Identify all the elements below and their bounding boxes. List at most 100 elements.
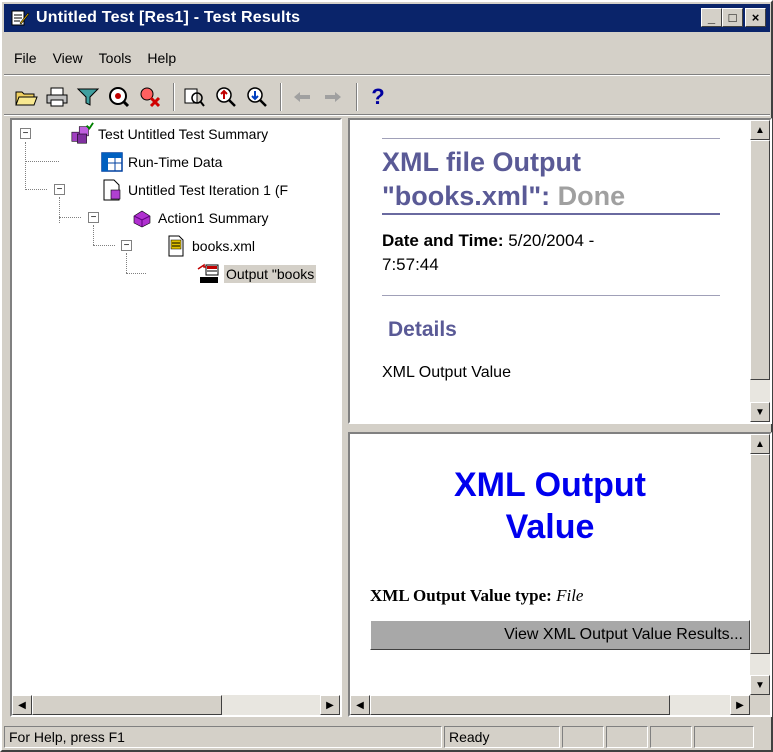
toolbar-separator — [280, 83, 282, 111]
scroll-thumb[interactable] — [750, 140, 770, 380]
tree-expander[interactable]: − — [54, 184, 65, 195]
maximize-button[interactable]: □ — [722, 8, 743, 27]
close-button[interactable]: × — [745, 8, 766, 27]
tree-node-iteration[interactable]: Untitled Test Iteration 1 (F — [100, 176, 288, 204]
xml-output-icon — [196, 262, 220, 286]
divider-line — [382, 295, 720, 296]
status-panel — [650, 726, 692, 748]
scroll-thumb[interactable] — [32, 695, 222, 715]
view-xml-results-button[interactable]: View XML Output Value Results... — [370, 620, 750, 650]
details-heading: Details — [388, 318, 457, 341]
title-line-1: XML Output — [454, 466, 646, 504]
heading-line-2: "books.xml": Done — [382, 179, 720, 213]
help-glyph: ? — [371, 84, 385, 109]
menu-help[interactable]: Help — [139, 50, 184, 66]
filter-icon[interactable] — [74, 83, 102, 111]
tree-connector — [25, 142, 26, 190]
tree-node-label: Run-Time Data — [128, 154, 223, 170]
scroll-right-arrow-icon[interactable]: ▶ — [320, 695, 340, 715]
open-icon[interactable] — [12, 83, 40, 111]
scroll-down-arrow-icon[interactable]: ▼ — [750, 675, 770, 695]
zoom-icon[interactable] — [181, 83, 209, 111]
menu-bar: File View Tools Help — [6, 46, 184, 70]
tree-connector — [93, 225, 94, 245]
tree-connector — [25, 189, 47, 190]
window-title: Untitled Test [Res1] - Test Results — [36, 9, 301, 26]
status-bar: For Help, press F1 Ready — [4, 726, 770, 750]
tree-node-label: Test Untitled Test Summary — [98, 126, 269, 142]
status-help-text: For Help, press F1 — [4, 726, 442, 748]
status-panel — [694, 726, 754, 748]
output-horizontal-scrollbar[interactable]: ◀ ▶ — [350, 695, 750, 715]
scroll-up-arrow-icon[interactable]: ▲ — [750, 434, 770, 454]
scroll-thumb[interactable] — [750, 454, 770, 654]
status-panel — [606, 726, 648, 748]
delete-icon[interactable] — [136, 83, 164, 111]
heading-underline — [382, 213, 720, 215]
toolbar-divider — [4, 114, 770, 116]
date-value: 5/20/2004 - — [508, 231, 595, 250]
tree-horizontal-scrollbar[interactable]: ◀ ▶ — [12, 695, 340, 715]
forward-arrow-icon[interactable] — [319, 83, 347, 111]
scroll-down-arrow-icon[interactable]: ▼ — [750, 402, 770, 422]
tree-expander[interactable]: − — [121, 240, 132, 251]
scroll-thumb[interactable] — [370, 695, 670, 715]
find-icon[interactable] — [105, 83, 133, 111]
tree-node-label: Output "books — [224, 265, 317, 283]
scroll-right-arrow-icon[interactable]: ▶ — [730, 695, 750, 715]
result-details-pane: XML file Output "books.xml": Done Date a… — [348, 118, 772, 424]
help-icon[interactable]: ? — [364, 83, 392, 111]
tree-connector — [126, 253, 127, 273]
tree-connector — [59, 217, 81, 218]
status-panel — [562, 726, 604, 748]
tree-node-run-time-data[interactable]: Run-Time Data — [100, 148, 222, 176]
output-value-pane: XML Output Value XML Output Value type: … — [348, 432, 772, 717]
toolbar: ? — [12, 80, 395, 114]
menu-file[interactable]: File — [6, 50, 45, 66]
result-heading: XML file Output "books.xml": Done — [382, 145, 720, 213]
toolbar-separator — [173, 83, 175, 111]
zoom-in-icon[interactable] — [212, 83, 240, 111]
iteration-icon — [100, 178, 124, 202]
scroll-corner — [750, 695, 770, 715]
toolbar-separator — [356, 83, 358, 111]
back-arrow-icon[interactable] — [288, 83, 316, 111]
minimize-button[interactable]: _ — [701, 8, 722, 27]
divider-line — [382, 138, 720, 139]
details-vertical-scrollbar[interactable]: ▲ ▼ — [750, 120, 770, 422]
action-icon — [130, 206, 154, 230]
menu-view[interactable]: View — [45, 50, 91, 66]
app-window: Untitled Test [Res1] - Test Results _ □ … — [0, 0, 773, 752]
tree-node-label: Untitled Test Iteration 1 (F — [128, 182, 289, 198]
scroll-left-arrow-icon[interactable]: ◀ — [350, 695, 370, 715]
results-tree[interactable]: − Test Untitled Test Summary Run-Time Da… — [10, 118, 342, 717]
output-value-type: XML Output Value type: File — [370, 586, 583, 606]
scroll-up-arrow-icon[interactable]: ▲ — [750, 120, 770, 140]
tree-connector — [25, 161, 59, 162]
title-bar[interactable]: Untitled Test [Res1] - Test Results _ □ … — [4, 4, 770, 32]
tree-expander[interactable]: − — [88, 212, 99, 223]
xml-output-value-label: XML Output Value — [382, 364, 511, 381]
tree-node-action1-summary[interactable]: Action1 Summary — [130, 204, 268, 232]
date-time: Date and Time: 5/20/2004 - 7:57:44 — [382, 229, 720, 277]
print-icon[interactable] — [43, 83, 71, 111]
title-line-2: Value — [505, 508, 595, 546]
tree-node-books-xml[interactable]: books.xml — [164, 232, 255, 260]
menu-tools[interactable]: Tools — [91, 50, 140, 66]
time-value: 7:57:44 — [382, 255, 439, 274]
run-time-data-icon — [100, 150, 124, 174]
type-value: File — [556, 586, 584, 605]
menu-toolbar-divider — [4, 74, 770, 76]
zoom-out-icon[interactable] — [243, 83, 271, 111]
tree-node-label: Action1 Summary — [158, 210, 269, 226]
result-content: XML file Output "books.xml": Done Date a… — [382, 120, 720, 382]
tree-node-test-summary[interactable]: Test Untitled Test Summary — [70, 120, 268, 148]
output-value-title: XML Output Value — [350, 464, 750, 548]
output-vertical-scrollbar[interactable]: ▲ ▼ — [750, 434, 770, 695]
tree-expander[interactable]: − — [20, 128, 31, 139]
status-state: Ready — [444, 726, 560, 748]
date-time-label: Date and Time: — [382, 231, 504, 250]
scroll-left-arrow-icon[interactable]: ◀ — [12, 695, 32, 715]
tree-connector — [93, 245, 115, 246]
tree-node-output-books[interactable]: Output "books — [196, 260, 317, 288]
